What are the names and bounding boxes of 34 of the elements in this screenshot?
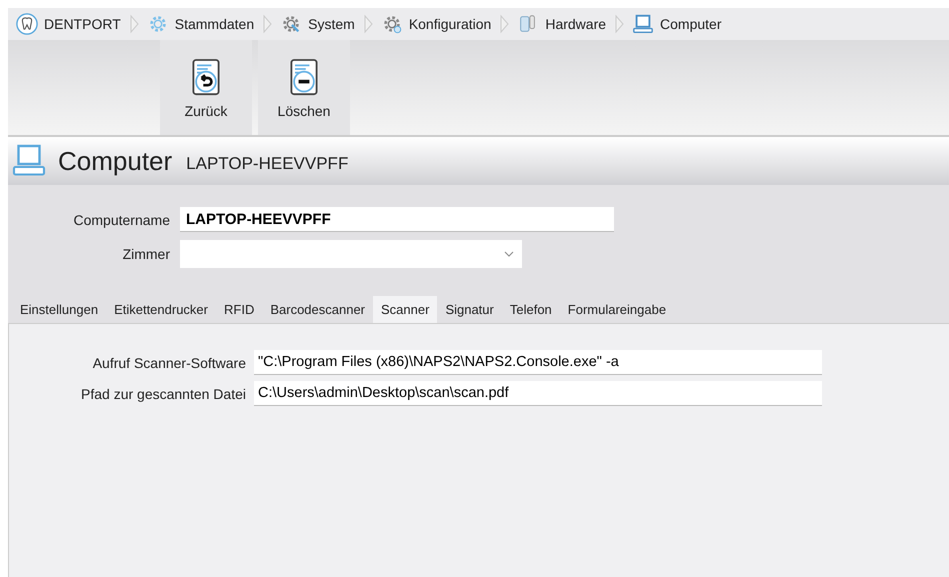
tab[interactable]: Einstellungen <box>12 296 106 323</box>
tab[interactable]: Signatur <box>437 296 502 323</box>
page-title: Computer <box>58 146 172 176</box>
breadcrumb-item[interactable]: Computer <box>624 13 730 35</box>
tab[interactable]: RFID <box>216 296 262 323</box>
toolbar-button[interactable]: Löschen <box>258 40 350 135</box>
breadcrumb-item[interactable]: DENTPORT <box>8 13 129 35</box>
tab[interactable]: Telefon <box>502 296 560 323</box>
chevron-down-icon <box>504 251 514 257</box>
input-field[interactable]: LAPTOP-HEEVVPFF <box>180 207 614 232</box>
computer-icon <box>632 13 654 35</box>
breadcrumb-item[interactable]: Stammdaten <box>138 13 262 35</box>
input-field[interactable]: "C:\Program Files (x86)\NAPS2\NAPS2.Console.exe" -a <box>254 350 822 375</box>
page-subtitle: LAPTOP-HEEVVPFF <box>186 154 348 174</box>
breadcrumb-item[interactable]: System <box>272 13 363 35</box>
tab[interactable]: Formulareingabe <box>560 296 674 323</box>
chevron-icon <box>614 14 624 34</box>
chevron-icon <box>499 14 510 34</box>
dropdown[interactable] <box>180 240 522 268</box>
tab[interactable]: Scanner <box>373 296 438 323</box>
chevron-icon <box>128 14 139 34</box>
breadcrumb-item[interactable]: Hardware <box>509 13 614 35</box>
field-label: Pfad zur gescannten Datei <box>80 386 246 402</box>
field-label: Zimmer <box>122 246 170 262</box>
input-field[interactable]: C:\Users\admin\Desktop\scan\scan.pdf <box>254 381 822 406</box>
tab[interactable]: Etikettendrucker <box>106 296 216 323</box>
tooth-icon <box>16 13 38 35</box>
chevron-icon <box>362 14 373 34</box>
field-label: Aufruf Scanner-Software <box>92 354 246 370</box>
tab[interactable]: Barcodescanner <box>262 296 374 323</box>
breadcrumb-item[interactable]: Konfiguration <box>372 13 500 35</box>
chevron-icon <box>262 14 272 34</box>
field-label: Computername <box>72 212 170 228</box>
toolbar-button[interactable]: Zurück <box>160 40 252 135</box>
